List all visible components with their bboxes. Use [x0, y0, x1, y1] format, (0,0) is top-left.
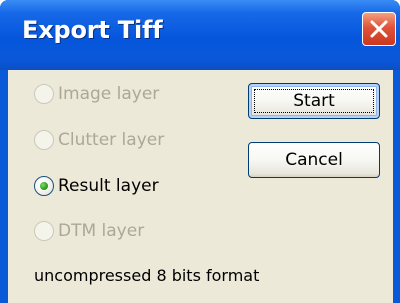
radio-label: Clutter layer	[58, 130, 165, 150]
focus-rectangle	[254, 89, 374, 113]
close-icon	[370, 20, 388, 38]
radio-dtm-layer[interactable]: DTM layer	[34, 218, 144, 244]
radio-button[interactable]	[34, 130, 54, 150]
radio-result-layer[interactable]: Result layer	[34, 173, 159, 199]
radio-label: Result layer	[58, 176, 159, 196]
close-button[interactable]	[362, 12, 396, 46]
start-button[interactable]: Start	[248, 83, 380, 119]
window-title: Export Tiff	[22, 16, 163, 44]
export-tiff-dialog: Export Tiff Image layer Clutter layer Re…	[0, 0, 400, 303]
title-bar[interactable]: Export Tiff	[0, 0, 400, 70]
radio-button[interactable]	[34, 221, 54, 241]
dialog-body: Image layer Clutter layer Result layer D…	[8, 70, 393, 303]
cancel-button-label: Cancel	[285, 150, 343, 170]
radio-label: DTM layer	[58, 221, 145, 241]
radio-label: Image layer	[58, 84, 160, 104]
format-status-text: uncompressed 8 bits format	[34, 266, 260, 285]
radio-button[interactable]	[34, 84, 54, 104]
radio-button[interactable]	[34, 176, 54, 196]
radio-image-layer[interactable]: Image layer	[34, 81, 159, 107]
radio-selected-dot	[40, 182, 48, 190]
radio-clutter-layer[interactable]: Clutter layer	[34, 127, 164, 153]
cancel-button[interactable]: Cancel	[248, 142, 380, 178]
